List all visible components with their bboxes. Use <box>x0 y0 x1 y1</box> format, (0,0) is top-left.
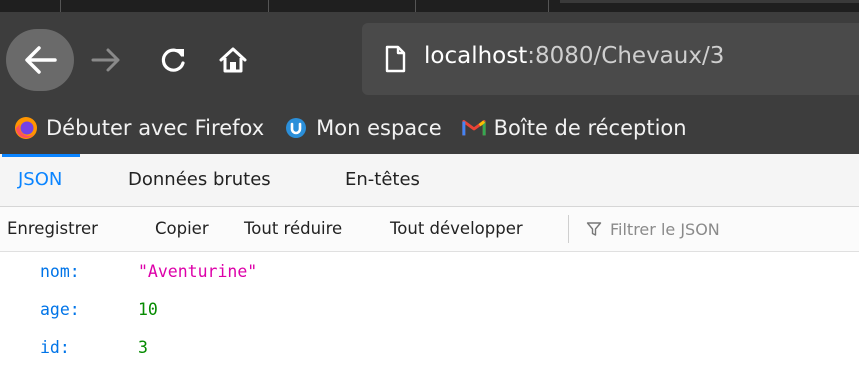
browser-chrome: localhost:8080/Chevaux/3 Débuter avec Fi… <box>0 0 859 154</box>
json-toolbar: Enregistrer Copier Tout réduire Tout dév… <box>0 207 859 252</box>
expand-all-button[interactable]: Tout développer <box>390 207 523 251</box>
json-tree: nom: "Aventurine" age: 10 id: 3 <box>0 251 859 368</box>
firefox-icon <box>14 116 38 140</box>
json-key: age: <box>40 300 80 319</box>
page-icon <box>385 45 406 73</box>
ent-icon <box>284 116 308 140</box>
forward-button[interactable] <box>88 42 124 78</box>
bookmark-debuter-firefox[interactable]: Débuter avec Firefox <box>14 116 264 140</box>
filter-box[interactable] <box>586 207 852 251</box>
back-arrow-icon <box>25 46 57 74</box>
forward-arrow-icon <box>91 48 120 72</box>
filter-json-input[interactable] <box>608 218 852 240</box>
tab-json[interactable]: JSON <box>1 154 81 206</box>
json-value: 3 <box>138 338 148 357</box>
tab-strip <box>0 0 859 12</box>
bookmark-mon-espace[interactable]: Mon espace <box>284 116 442 140</box>
json-key: id: <box>40 338 70 357</box>
save-button[interactable]: Enregistrer <box>7 207 98 251</box>
filter-icon <box>586 222 602 236</box>
json-key: nom: <box>40 262 80 281</box>
json-viewer-tabs: JSON Données brutes En-têtes <box>0 154 859 207</box>
tab-separator <box>415 0 416 12</box>
json-value: 10 <box>138 300 158 319</box>
toolbar-divider <box>568 215 569 243</box>
copy-button[interactable]: Copier <box>155 207 209 251</box>
tab-separator <box>548 0 549 12</box>
navigation-bar: localhost:8080/Chevaux/3 <box>0 12 859 102</box>
json-row[interactable]: age: 10 <box>0 291 859 329</box>
bookmark-label: Boîte de réception <box>493 116 687 140</box>
url-text[interactable]: localhost:8080/Chevaux/3 <box>424 43 724 69</box>
json-row[interactable]: id: 3 <box>0 329 859 367</box>
collapse-all-button[interactable]: Tout réduire <box>244 207 342 251</box>
json-value: "Aventurine" <box>138 262 258 281</box>
json-row[interactable]: nom: "Aventurine" <box>0 253 859 291</box>
tab-separator <box>268 0 269 12</box>
tab-raw-data[interactable]: Données brutes <box>128 154 271 206</box>
bookmark-label: Débuter avec Firefox <box>46 116 265 140</box>
tab-separator <box>60 0 61 12</box>
home-button[interactable] <box>214 41 252 79</box>
reload-icon <box>161 48 185 72</box>
bookmark-label: Mon espace <box>316 116 442 140</box>
reload-button[interactable] <box>154 41 192 79</box>
url-host: localhost <box>424 43 528 69</box>
bookmarks-toolbar: Débuter avec Firefox Mon espace Boîte de… <box>0 102 859 154</box>
url-bar[interactable]: localhost:8080/Chevaux/3 <box>362 23 859 95</box>
url-path: :8080/Chevaux/3 <box>527 43 725 69</box>
bookmark-boite-reception[interactable]: Boîte de réception <box>461 116 687 140</box>
home-icon <box>219 47 247 73</box>
active-tab-indicator <box>560 0 859 3</box>
back-button[interactable] <box>6 29 74 91</box>
gmail-icon <box>461 116 486 140</box>
tab-headers[interactable]: En-têtes <box>345 154 420 206</box>
